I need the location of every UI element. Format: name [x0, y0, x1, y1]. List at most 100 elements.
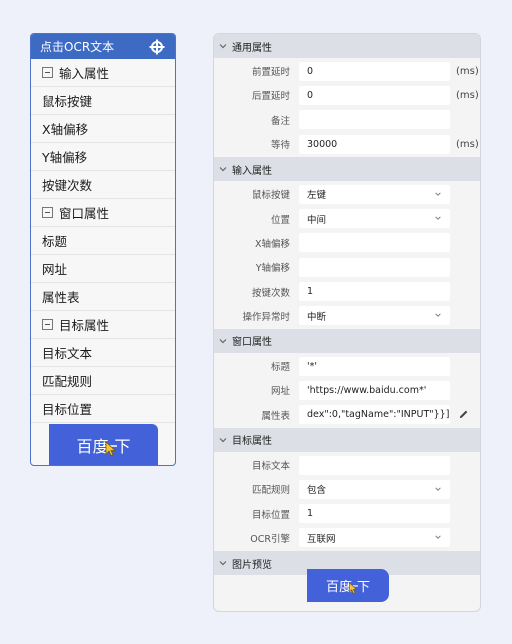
node-row-label: 匹配规则 — [42, 374, 93, 389]
node-row-label: 目标文本 — [42, 346, 93, 361]
property-label: Y轴偏移 — [255, 263, 290, 275]
chevron-down-icon — [435, 487, 441, 491]
node-row-label: X轴偏移 — [42, 122, 89, 137]
node-row-label: 属性表 — [42, 290, 80, 305]
property-label: X轴偏移 — [254, 238, 290, 250]
property-label: 标题 — [270, 362, 290, 374]
node-row-label: 窗口属性 — [59, 206, 110, 221]
property-value: 互联网 — [307, 533, 336, 545]
panel-preview-text-right: 下 — [357, 580, 371, 595]
property-input[interactable]: dex":0,"tagName":"INPUT"}}]} — [299, 405, 450, 425]
property-value: 0 — [307, 89, 314, 101]
chevron-down-icon — [219, 437, 227, 443]
property-input[interactable]: 1 — [299, 504, 450, 524]
property-select[interactable]: 中间 — [299, 209, 450, 229]
node-row-label: 网址 — [42, 262, 68, 277]
chevron-down-icon — [219, 44, 227, 49]
property-select[interactable]: 包含 — [299, 479, 450, 499]
property-label: 位置 — [270, 214, 290, 226]
node-title: 点击OCR文本 — [40, 40, 115, 54]
property-label: 鼠标按键 — [251, 190, 290, 202]
chevron-down-icon — [219, 561, 227, 566]
section-header[interactable]: 通用属性 — [214, 34, 480, 58]
preview-text-right: 下 — [114, 436, 131, 456]
property-row: 目标文本 — [214, 453, 480, 477]
collapse-icon[interactable] — [42, 319, 53, 330]
property-label: 属性表 — [261, 410, 290, 422]
node-group-header[interactable]: 输入属性 — [31, 59, 175, 87]
chevron-down-icon — [219, 339, 227, 344]
property-input[interactable]: 'https://www.baidu.com*' — [299, 380, 450, 400]
property-value: 'https://www.baidu.com*' — [307, 384, 427, 396]
pencil-icon[interactable] — [458, 409, 469, 420]
node-property-port[interactable]: 网址 — [31, 255, 175, 283]
section-header[interactable]: 窗口属性 — [214, 328, 480, 353]
property-label: 操作异常时 — [242, 311, 290, 323]
property-select[interactable]: 中断 — [299, 306, 450, 326]
property-row: X轴偏移 — [214, 231, 480, 255]
property-value: dex":0,"tagName":"INPUT"}}]} — [307, 409, 450, 421]
node-header[interactable]: 点击OCR文本 — [31, 34, 175, 59]
collapse-icon[interactable] — [42, 207, 53, 218]
section-body: 鼠标按键 左键 位置 中间 X轴偏移 Y轴偏移 按键次数 1 操作异常时 中断 — [214, 181, 480, 329]
unit-label: (ms) — [456, 89, 479, 101]
property-row: 匹配规则 包含 — [214, 477, 480, 501]
property-label: 等待 — [270, 140, 290, 152]
property-row: 操作异常时 中断 — [214, 304, 480, 328]
property-input[interactable] — [299, 257, 450, 277]
section-title: 通用属性 — [232, 42, 272, 54]
section-header[interactable]: 输入属性 — [214, 157, 480, 182]
property-value: 1 — [307, 286, 314, 298]
property-select[interactable]: 互联网 — [299, 528, 450, 548]
node-group-header[interactable]: 窗口属性 — [31, 199, 175, 227]
cursor-icon — [102, 440, 117, 456]
chevron-down-icon — [219, 167, 227, 172]
property-row: 位置 中间 — [214, 206, 480, 230]
node-property-port[interactable]: 鼠标按键 — [31, 87, 175, 115]
property-value: 左键 — [307, 190, 327, 202]
property-label: 目标文本 — [251, 461, 290, 472]
section-header[interactable]: 目标属性 — [214, 427, 480, 452]
section-title: 目标属性 — [232, 436, 272, 448]
panel-image-preview: 百度 下 — [307, 569, 389, 602]
node-property-port[interactable]: X轴偏移 — [31, 115, 175, 143]
node-property-port[interactable]: 匹配规则 — [31, 367, 175, 395]
node-property-port[interactable]: 按键次数 — [31, 171, 175, 199]
node-property-port[interactable]: 属性表 — [31, 283, 175, 311]
node-property-port[interactable]: Y轴偏移 — [31, 143, 175, 171]
node-row-label: 按键次数 — [42, 178, 93, 193]
crosshair-icon[interactable] — [149, 39, 165, 55]
property-value: 1 — [307, 508, 314, 520]
ocr-click-node[interactable]: 点击OCR文本 输入属性 鼠标按键 X轴偏移 Y轴偏移按键次数窗口属性标题网址属性表目… — [30, 33, 176, 466]
property-input[interactable]: 1 — [299, 282, 450, 302]
property-value: 0 — [307, 65, 314, 77]
property-value: 包含 — [307, 485, 327, 497]
collapse-icon[interactable] — [42, 67, 53, 78]
node-group-header[interactable]: 目标属性 — [31, 311, 175, 339]
property-input[interactable] — [299, 233, 450, 253]
property-select[interactable]: 左键 — [299, 184, 450, 204]
property-label: 备注 — [270, 115, 290, 127]
node-property-port[interactable]: 目标文本 — [31, 339, 175, 367]
property-row: OCR引擎 互联网 — [214, 526, 480, 550]
property-row: 备注 — [214, 108, 480, 132]
property-row: 等待 30000 (ms) — [214, 132, 480, 156]
property-input[interactable]: 0 — [299, 61, 450, 81]
node-row-label: 标题 — [42, 234, 68, 249]
node-property-port[interactable]: 标题 — [31, 227, 175, 255]
property-row: 后置延时 0 (ms) — [214, 83, 480, 107]
property-input[interactable] — [299, 455, 450, 475]
property-input[interactable] — [299, 110, 450, 130]
property-input[interactable]: 30000 — [299, 134, 450, 154]
property-row: 标题 '*' — [214, 354, 480, 378]
property-input[interactable]: 0 — [299, 85, 450, 105]
cursor-icon — [347, 582, 358, 594]
property-row: 网址 'https://www.baidu.com*' — [214, 378, 480, 402]
node-property-list: 输入属性 鼠标按键 X轴偏移 Y轴偏移按键次数窗口属性标题网址属性表目标属性目标文本匹… — [31, 59, 175, 423]
section-body: 标题 '*' 网址 'https://www.baidu.com*' 属性表 dex":0… — [214, 353, 480, 428]
property-row: 按键次数 1 — [214, 279, 480, 303]
node-property-port[interactable]: 目标位置 — [31, 395, 175, 423]
property-label: 网址 — [270, 386, 290, 398]
property-input[interactable]: '*' — [299, 356, 450, 376]
node-row-label: 目标属性 — [59, 318, 110, 333]
